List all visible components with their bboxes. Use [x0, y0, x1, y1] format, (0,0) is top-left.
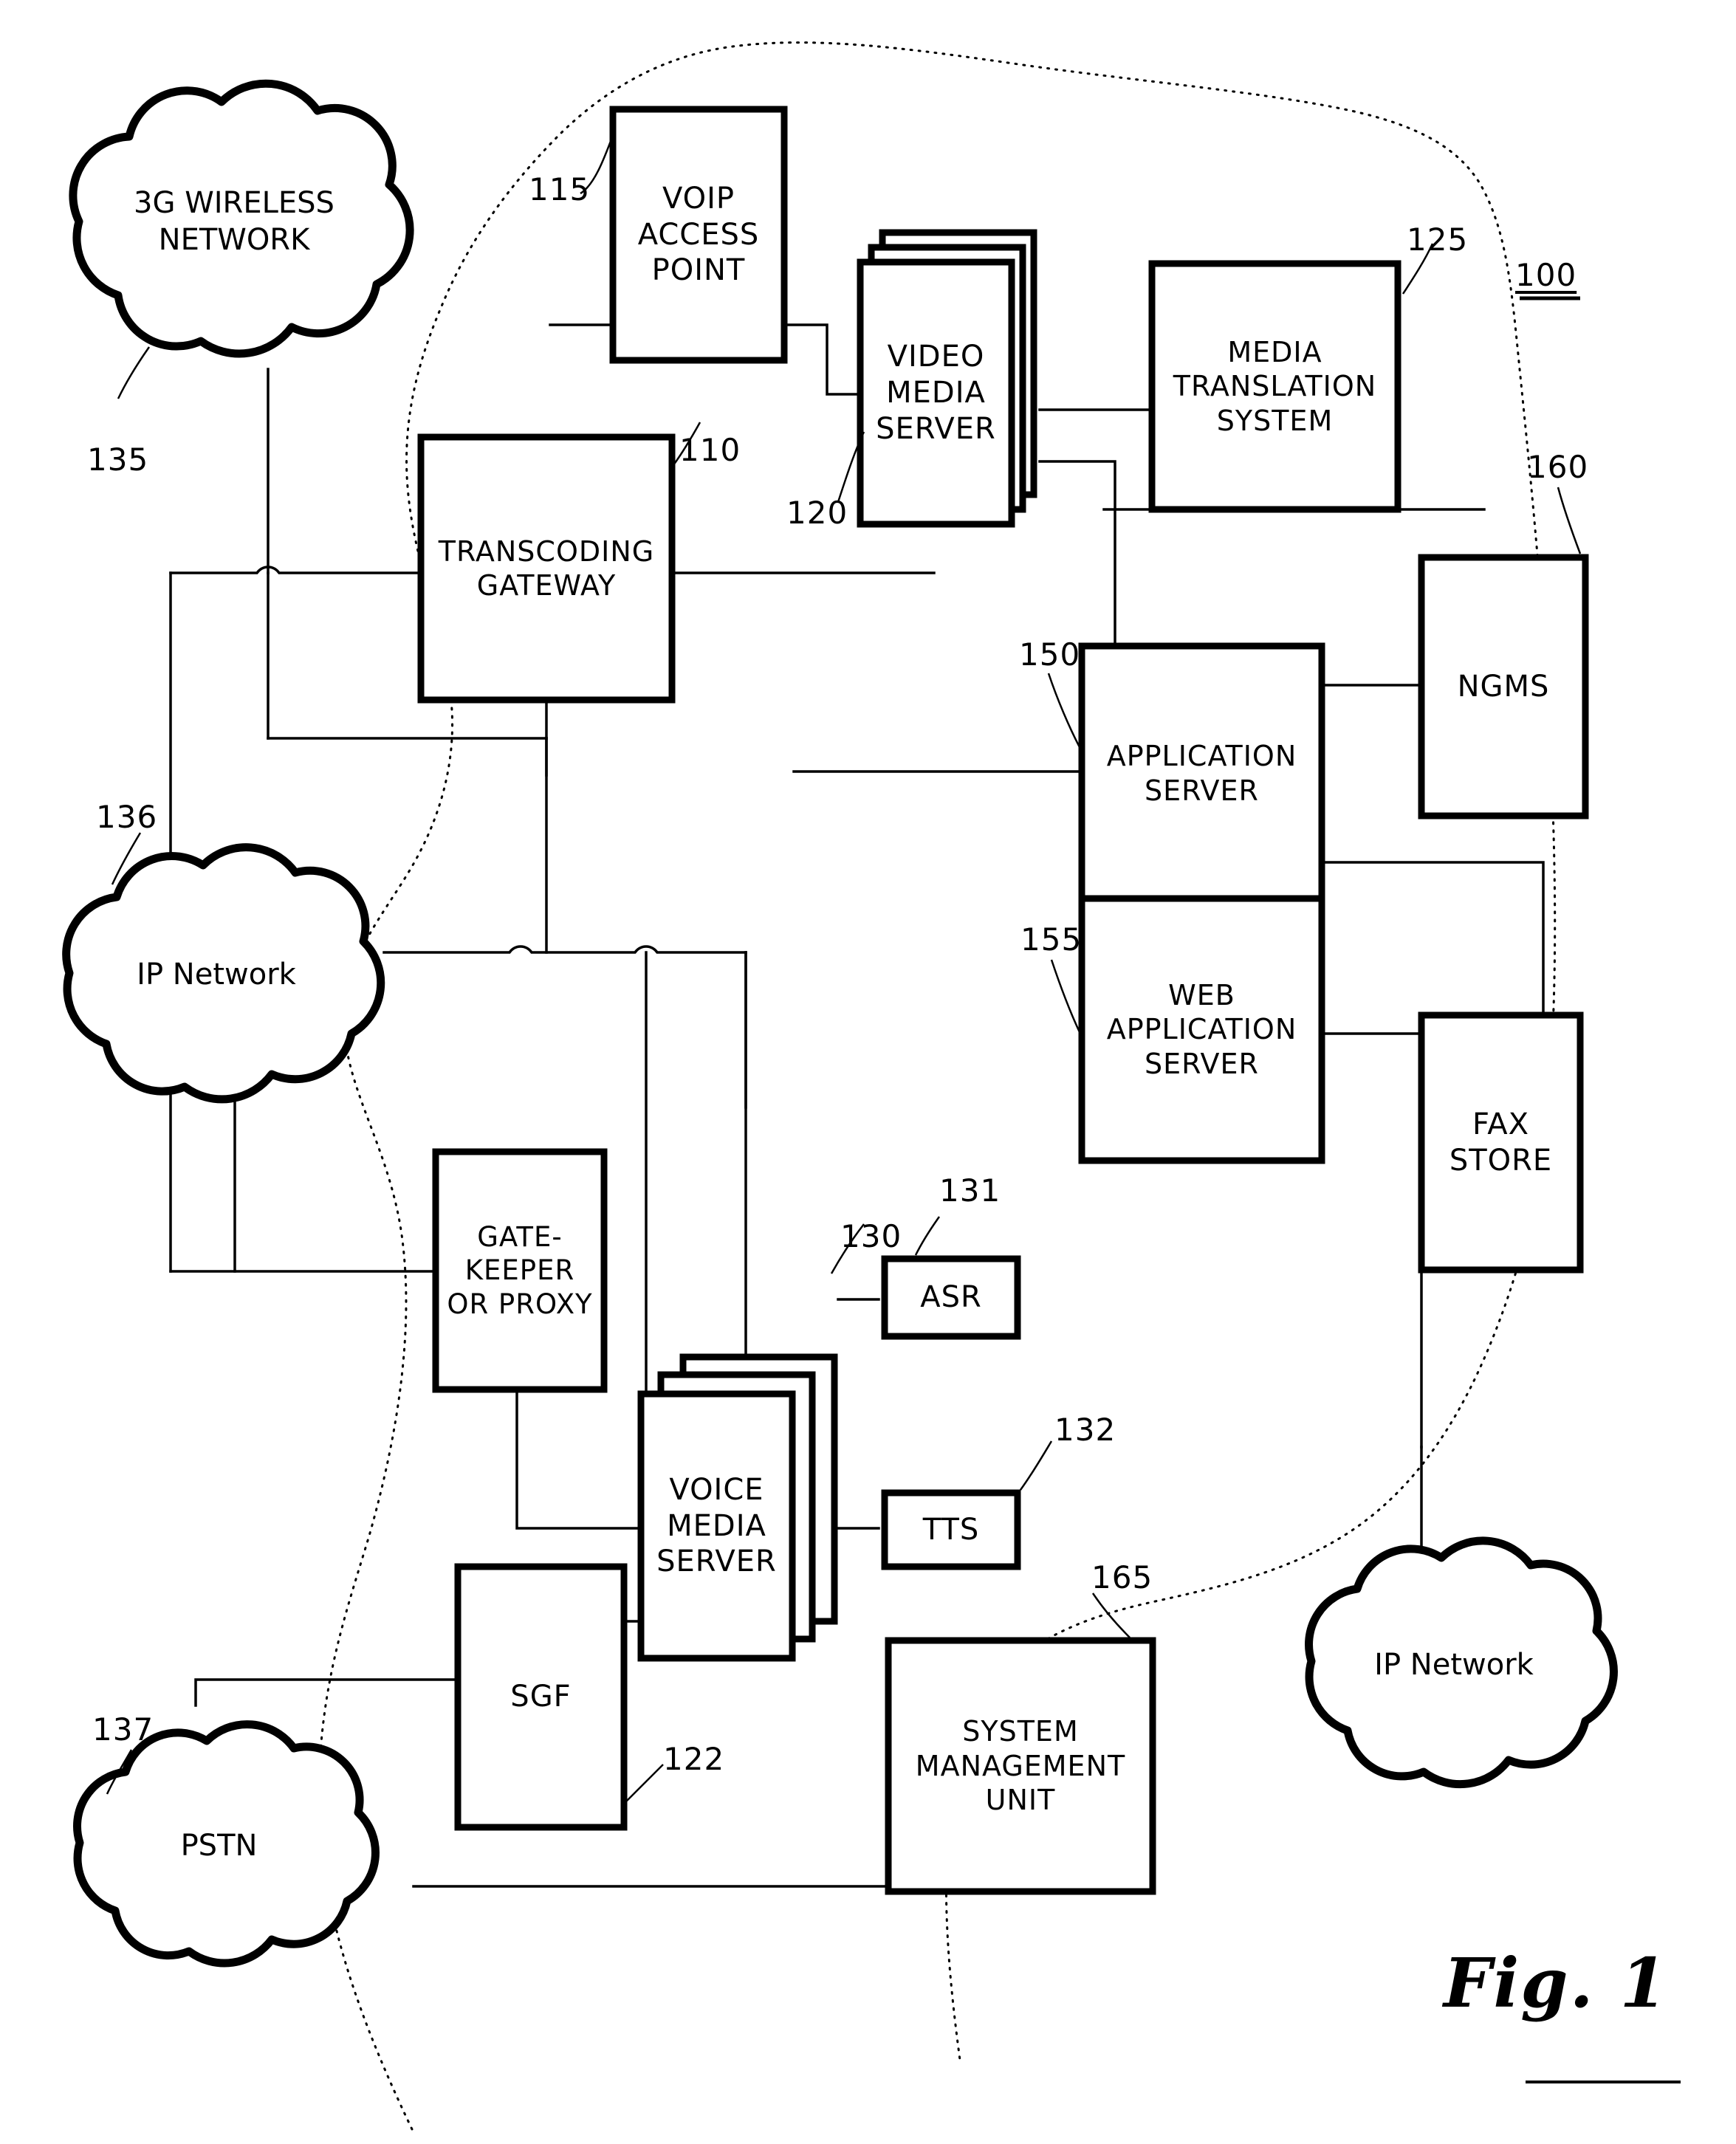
node-voip-access-point[interactable]: [609, 106, 788, 364]
ref-number-130: 130: [840, 1218, 902, 1254]
ref-number-135: 135: [87, 441, 149, 478]
label-cloud-ip-network-left: IP Network: [137, 958, 296, 992]
line-ipnetwork-left-out: [382, 945, 747, 954]
node-web-application-server[interactable]: [1078, 895, 1325, 1164]
leader-150: [1047, 673, 1081, 748]
leader-122: [625, 1764, 664, 1802]
node-sgf[interactable]: [454, 1563, 628, 1831]
label-cloud-ip-network-right: IP Network: [1374, 1648, 1534, 1682]
line-app-server-to-fax: [1320, 861, 1545, 1017]
node-fax-store[interactable]: [1418, 1011, 1584, 1274]
node-media-translation-system[interactable]: [1148, 260, 1402, 513]
ref-number-131: 131: [939, 1172, 1001, 1209]
figure-caption: Fig. 1: [1444, 1943, 1669, 2023]
leader-155: [1050, 959, 1081, 1033]
node-ngms[interactable]: [1418, 554, 1589, 820]
ref-number-137: 137: [92, 1711, 154, 1748]
ref-number-165: 165: [1091, 1559, 1153, 1595]
ref-number-110: 110: [679, 432, 741, 468]
ref-number-122: 122: [663, 1741, 725, 1777]
node-application-server[interactable]: [1078, 642, 1325, 904]
node-tts[interactable]: [881, 1489, 1021, 1570]
ref-number-150: 150: [1019, 636, 1081, 673]
ref-number-132: 132: [1054, 1412, 1116, 1448]
node-video-media-server[interactable]: [857, 258, 1015, 528]
node-voice-media-server[interactable]: [637, 1390, 796, 1662]
line-gatekeeper-to-voice: [515, 1387, 644, 1530]
label-cloud-3g-wireless-network: 3G WIRELESS NETWORK: [134, 186, 334, 257]
ref-number-160: 160: [1527, 449, 1589, 485]
line-video-media-down: [1038, 460, 1116, 651]
line-voip-to-video-media: [783, 323, 869, 396]
node-transcoding-gateway[interactable]: [417, 433, 676, 704]
ref-number-100: 100: [1515, 257, 1577, 293]
line-bus-to-transcoding-gateway: [169, 566, 422, 574]
ref-number-136: 136: [96, 799, 158, 835]
ref-number-125: 125: [1407, 221, 1469, 258]
leader-165: [1091, 1592, 1131, 1638]
line-sgf-to-pstn: [194, 1678, 459, 1707]
leader-132: [1019, 1440, 1053, 1491]
node-system-management-unit[interactable]: [885, 1637, 1156, 1895]
ref-number-115: 115: [529, 171, 591, 207]
label-cloud-pstn: PSTN: [180, 1829, 258, 1863]
leader-131: [914, 1216, 941, 1256]
leader-160: [1557, 487, 1582, 554]
node-asr[interactable]: [881, 1255, 1021, 1340]
patent-figure-page: VOIP ACCESS POINT VIDEO MEDIA SERVER MED…: [0, 0, 1736, 2144]
line-web-app-to-fax: [1320, 1032, 1423, 1449]
leader-135: [117, 346, 151, 399]
ref-number-120: 120: [786, 495, 848, 531]
node-gatekeeper-or-proxy[interactable]: [432, 1148, 608, 1393]
ref-number-155: 155: [1020, 921, 1083, 958]
